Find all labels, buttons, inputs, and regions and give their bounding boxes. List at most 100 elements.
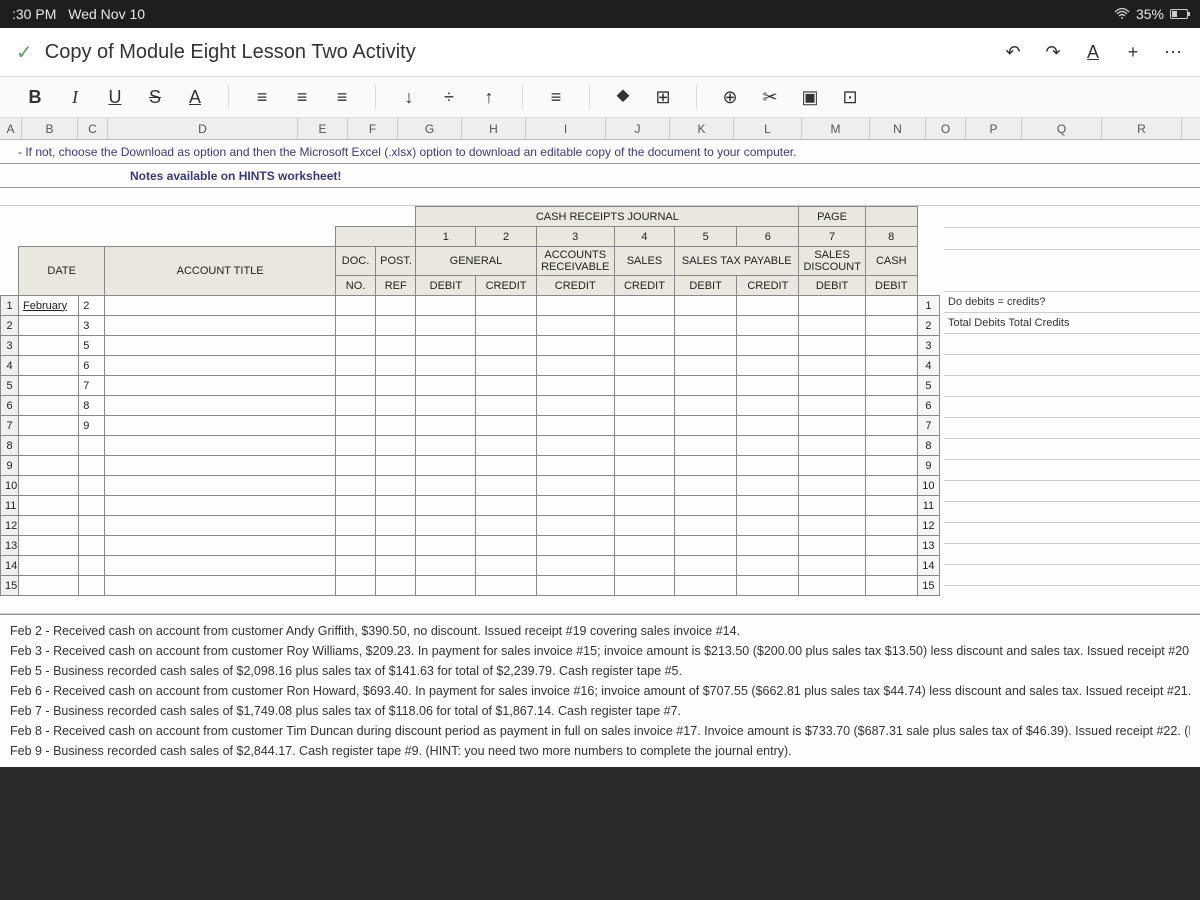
cell[interactable] xyxy=(416,576,476,596)
cell[interactable] xyxy=(799,436,865,456)
cell[interactable] xyxy=(614,316,674,336)
col-K[interactable]: K xyxy=(670,118,734,139)
cell[interactable] xyxy=(614,536,674,556)
table-row[interactable]: 686 xyxy=(1,396,940,416)
table-row[interactable]: 1515 xyxy=(1,576,940,596)
cell-day[interactable]: 6 xyxy=(79,356,105,376)
cell[interactable] xyxy=(865,456,917,476)
cell[interactable] xyxy=(536,456,614,476)
cell[interactable] xyxy=(536,556,614,576)
cell-day[interactable] xyxy=(79,456,105,476)
textcolor-button[interactable]: A xyxy=(184,87,206,108)
cell[interactable] xyxy=(799,576,865,596)
cell-day[interactable] xyxy=(79,436,105,456)
col-B[interactable]: B xyxy=(22,118,78,139)
cell-day[interactable]: 5 xyxy=(79,336,105,356)
cell-day[interactable] xyxy=(79,476,105,496)
cell[interactable] xyxy=(416,456,476,476)
cell[interactable] xyxy=(536,296,614,316)
cell[interactable] xyxy=(376,476,416,496)
cell-date[interactable] xyxy=(19,476,79,496)
cell[interactable] xyxy=(614,296,674,316)
italic-button[interactable]: I xyxy=(64,87,86,108)
find-button[interactable]: A xyxy=(1082,42,1104,63)
cell[interactable] xyxy=(376,356,416,376)
cell[interactable] xyxy=(536,396,614,416)
cell-date[interactable] xyxy=(19,436,79,456)
valign-middle-button[interactable]: ÷ xyxy=(438,87,460,108)
cell-day[interactable] xyxy=(79,556,105,576)
more-button[interactable]: ⋯ xyxy=(1162,42,1184,63)
cell[interactable] xyxy=(614,376,674,396)
cell[interactable] xyxy=(105,416,336,436)
cell[interactable] xyxy=(737,476,799,496)
cell[interactable] xyxy=(865,576,917,596)
align-center-button[interactable]: ≡ xyxy=(291,87,313,108)
cell[interactable] xyxy=(376,296,416,316)
cell[interactable] xyxy=(336,316,376,336)
cell-date[interactable] xyxy=(19,456,79,476)
cell[interactable] xyxy=(614,496,674,516)
table-row[interactable]: 797 xyxy=(1,416,940,436)
cell-day[interactable] xyxy=(79,496,105,516)
cell[interactable] xyxy=(376,416,416,436)
cell-date[interactable] xyxy=(19,536,79,556)
cell[interactable] xyxy=(799,416,865,436)
cell[interactable] xyxy=(416,356,476,376)
cell[interactable] xyxy=(536,536,614,556)
align-right-button[interactable]: ≡ xyxy=(331,87,353,108)
cell[interactable] xyxy=(737,336,799,356)
col-A[interactable]: A xyxy=(0,118,22,139)
cell[interactable] xyxy=(536,576,614,596)
cell[interactable] xyxy=(416,376,476,396)
cell[interactable] xyxy=(476,516,536,536)
cell[interactable] xyxy=(376,496,416,516)
cell[interactable] xyxy=(675,456,737,476)
cell[interactable] xyxy=(376,556,416,576)
freeze-button[interactable]: ▣ xyxy=(799,87,821,108)
cell-day[interactable]: 7 xyxy=(79,376,105,396)
col-I[interactable]: I xyxy=(526,118,606,139)
insert-button[interactable]: ⊕ xyxy=(719,87,741,108)
cell[interactable] xyxy=(336,376,376,396)
cell[interactable] xyxy=(536,476,614,496)
add-button[interactable]: + xyxy=(1122,42,1144,63)
redo-button[interactable]: ↷ xyxy=(1042,42,1064,63)
link-button[interactable]: ⊡ xyxy=(839,87,861,108)
cell[interactable] xyxy=(737,436,799,456)
cell[interactable] xyxy=(476,416,536,436)
cell[interactable] xyxy=(416,396,476,416)
cell[interactable] xyxy=(105,296,336,316)
cell-day[interactable]: 9 xyxy=(79,416,105,436)
wrap-button[interactable]: ≡ xyxy=(545,87,567,108)
cell[interactable] xyxy=(105,576,336,596)
cell-date[interactable] xyxy=(19,356,79,376)
cell[interactable] xyxy=(614,336,674,356)
cell[interactable] xyxy=(799,336,865,356)
cell-day[interactable]: 8 xyxy=(79,396,105,416)
cell[interactable] xyxy=(737,376,799,396)
cell[interactable] xyxy=(865,416,917,436)
cell[interactable] xyxy=(614,356,674,376)
cell[interactable] xyxy=(865,376,917,396)
table-row[interactable]: 88 xyxy=(1,436,940,456)
cell[interactable] xyxy=(799,376,865,396)
cell[interactable] xyxy=(675,476,737,496)
cell[interactable] xyxy=(476,556,536,576)
cell[interactable] xyxy=(737,316,799,336)
cell[interactable] xyxy=(416,436,476,456)
table-row[interactable]: 1313 xyxy=(1,536,940,556)
cell[interactable] xyxy=(416,416,476,436)
valign-top-button[interactable]: ↑ xyxy=(478,87,500,108)
cell[interactable] xyxy=(336,516,376,536)
table-row[interactable]: 575 xyxy=(1,376,940,396)
cell[interactable] xyxy=(865,516,917,536)
col-R[interactable]: R xyxy=(1102,118,1182,139)
cell[interactable] xyxy=(476,476,536,496)
col-H[interactable]: H xyxy=(462,118,526,139)
cell-date[interactable] xyxy=(19,396,79,416)
cell[interactable] xyxy=(737,556,799,576)
cell[interactable] xyxy=(536,516,614,536)
cell[interactable] xyxy=(614,516,674,536)
table-row[interactable]: 1111 xyxy=(1,496,940,516)
